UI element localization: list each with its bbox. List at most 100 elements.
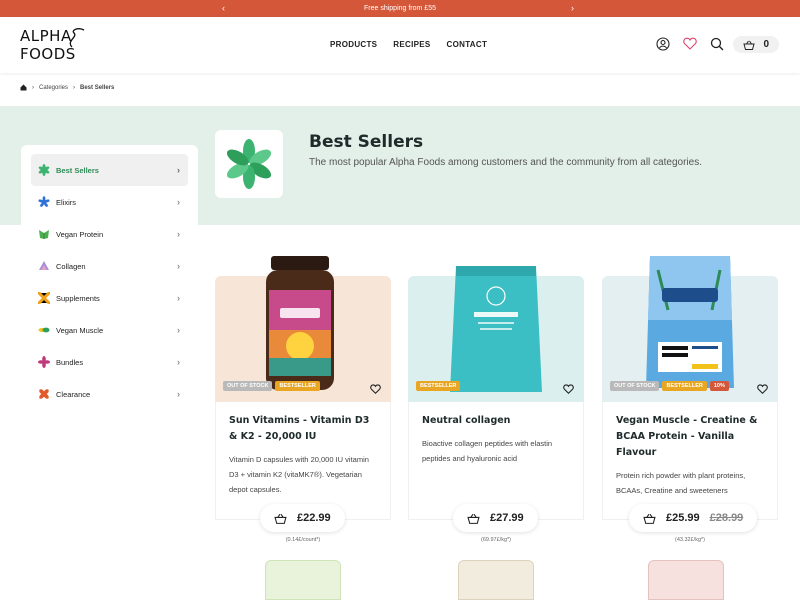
product-description: Vitamin D capsules with 20,000 IU vitami… xyxy=(229,455,369,494)
product-card[interactable]: OUT OF STOCK BESTSELLER Sun Vitamins - V… xyxy=(215,238,391,520)
wishlist-heart-icon[interactable] xyxy=(757,381,768,399)
sidebar-item-label: Clearance xyxy=(56,389,91,399)
product-name[interactable]: Neutral collagen xyxy=(422,413,570,429)
vitamin-jar-image xyxy=(266,256,334,390)
product-info: Sun Vitamins - Vitamin D3 & K2 - 20,000 … xyxy=(215,402,391,520)
basket-icon xyxy=(743,40,755,50)
chevron-right-icon: › xyxy=(177,325,180,335)
account-icon[interactable] xyxy=(655,36,670,51)
product-price: £27.99 xyxy=(490,512,524,524)
brand-logo[interactable]: ALPHA FOODS xyxy=(20,27,112,65)
product-image-peek[interactable] xyxy=(265,560,341,600)
clearance-icon xyxy=(37,388,50,401)
header-icons xyxy=(655,36,724,51)
product-image-peek[interactable] xyxy=(458,560,534,600)
sidebar-item-best-sellers[interactable]: Best Sellers › xyxy=(31,154,188,186)
sidebar-item-clearance[interactable]: Clearance › xyxy=(31,378,188,410)
promo-text: Free shipping from £55 xyxy=(364,5,436,12)
home-icon[interactable] xyxy=(20,84,27,91)
breadcrumb: › Categories › Best Sellers xyxy=(20,84,114,91)
product-image-peek[interactable] xyxy=(648,560,724,600)
product-info: Vegan Muscle - Creatine & BCAA Protein -… xyxy=(602,402,778,520)
sidebar-item-supplements[interactable]: Supplements › xyxy=(31,282,188,314)
chevron-right-icon: › xyxy=(177,197,180,207)
product-description: Bioactive collagen peptides with elastin… xyxy=(422,439,553,463)
bundles-icon xyxy=(37,356,50,369)
add-to-cart-button[interactable]: £22.99 xyxy=(260,504,345,532)
chevron-right-icon: › xyxy=(177,389,180,399)
nav-recipes[interactable]: RECIPES xyxy=(393,40,430,49)
main-nav: PRODUCTS RECIPES CONTACT xyxy=(330,40,487,49)
sidebar-item-label: Supplements xyxy=(56,293,100,303)
basket-icon xyxy=(467,513,480,524)
bestseller-badge: BESTSELLER xyxy=(275,381,320,391)
sidebar-item-collagen[interactable]: Collagen › xyxy=(31,250,188,282)
search-icon[interactable] xyxy=(709,36,724,51)
sidebar-item-label: Vegan Protein xyxy=(56,229,104,239)
discount-badge: 10% xyxy=(709,381,729,391)
sidebar-item-label: Elixirs xyxy=(56,197,76,207)
product-name[interactable]: Sun Vitamins - Vitamin D3 & K2 - 20,000 … xyxy=(229,413,377,445)
sidebar-item-label: Bundles xyxy=(56,357,84,367)
category-description: The most popular Alpha Foods among custo… xyxy=(309,157,702,168)
product-badges: OUT OF STOCK BESTSELLER 10% xyxy=(610,381,729,391)
page-title: Best Sellers xyxy=(309,132,424,152)
product-price: £22.99 xyxy=(297,512,331,524)
promo-bar: ‹ Free shipping from £55 › xyxy=(0,0,800,17)
brand-logo-text: ALPHA FOODS xyxy=(20,27,76,63)
nav-contact[interactable]: CONTACT xyxy=(447,40,488,49)
product-card[interactable]: BESTSELLER Neutral collagen Bioactive co… xyxy=(408,238,584,520)
out-of-stock-badge: OUT OF STOCK xyxy=(223,381,273,391)
vegan-muscle-icon xyxy=(37,324,50,337)
sidebar-item-vegan-muscle[interactable]: Vegan Muscle › xyxy=(31,314,188,346)
product-price: £25.99 xyxy=(666,512,700,524)
chevron-right-icon: › xyxy=(177,293,180,303)
add-to-cart-button[interactable]: £27.99 xyxy=(453,504,538,532)
breadcrumb-categories[interactable]: Categories xyxy=(39,85,68,91)
bestseller-badge: BESTSELLER xyxy=(416,381,461,391)
unit-price: (69.97£/kg*) xyxy=(481,537,511,543)
product-name[interactable]: Vegan Muscle - Creatine & BCAA Protein -… xyxy=(616,413,764,461)
vegan-protein-icon xyxy=(37,228,50,241)
breadcrumb-current: Best Sellers xyxy=(80,84,115,91)
collagen-icon xyxy=(37,260,50,273)
category-sidebar: Best Sellers › Elixirs › Vegan Protein ›… xyxy=(21,145,198,425)
collagen-pouch-image xyxy=(450,266,542,392)
chevron-right-icon: › xyxy=(177,229,180,239)
wishlist-heart-icon[interactable] xyxy=(370,381,381,399)
unit-price: (43.32£/kg*) xyxy=(675,537,705,543)
product-card[interactable]: OUT OF STOCK BESTSELLER 10% Vegan Muscle… xyxy=(602,238,778,520)
product-badges: BESTSELLER xyxy=(416,381,461,391)
chevron-right-icon: › xyxy=(177,357,180,367)
product-old-price: £28.99 xyxy=(709,512,744,524)
bestseller-badge: BESTSELLER xyxy=(662,381,707,391)
breadcrumb-separator-icon: › xyxy=(32,84,34,91)
best-sellers-flower-icon xyxy=(226,139,272,189)
breadcrumb-separator-icon: › xyxy=(73,84,76,91)
cart-button[interactable]: 0 xyxy=(733,36,779,53)
best-sellers-icon xyxy=(37,164,50,177)
sidebar-item-label: Best Sellers xyxy=(56,165,99,175)
sidebar-item-vegan-protein[interactable]: Vegan Protein › xyxy=(31,218,188,250)
sidebar-item-label: Vegan Muscle xyxy=(56,325,104,335)
cart-count: 0 xyxy=(763,39,769,50)
promo-next-arrow[interactable]: › xyxy=(571,3,574,13)
basket-icon xyxy=(274,513,287,524)
nav-products[interactable]: PRODUCTS xyxy=(330,40,377,49)
sidebar-item-label: Collagen xyxy=(56,261,86,271)
sidebar-item-bundles[interactable]: Bundles › xyxy=(31,346,188,378)
product-description: Protein rich powder with plant proteins,… xyxy=(616,471,746,495)
chevron-right-icon: › xyxy=(177,165,180,175)
wishlist-heart-icon[interactable] xyxy=(563,381,574,399)
product-info: Neutral collagen Bioactive collagen pept… xyxy=(408,402,584,520)
category-image xyxy=(215,130,283,198)
sidebar-item-elixirs[interactable]: Elixirs › xyxy=(31,186,188,218)
product-badges: OUT OF STOCK BESTSELLER xyxy=(223,381,320,391)
elixirs-icon xyxy=(37,196,50,209)
unit-price: (0.14£/count*) xyxy=(285,537,321,543)
promo-prev-arrow[interactable]: ‹ xyxy=(222,3,225,13)
wishlist-heart-icon[interactable] xyxy=(682,36,697,51)
site-header: ALPHA FOODS PRODUCTS RECIPES CONTACT 0 xyxy=(0,17,800,73)
add-to-cart-button[interactable]: £25.99 £28.99 xyxy=(629,504,758,532)
out-of-stock-badge: OUT OF STOCK xyxy=(610,381,660,391)
